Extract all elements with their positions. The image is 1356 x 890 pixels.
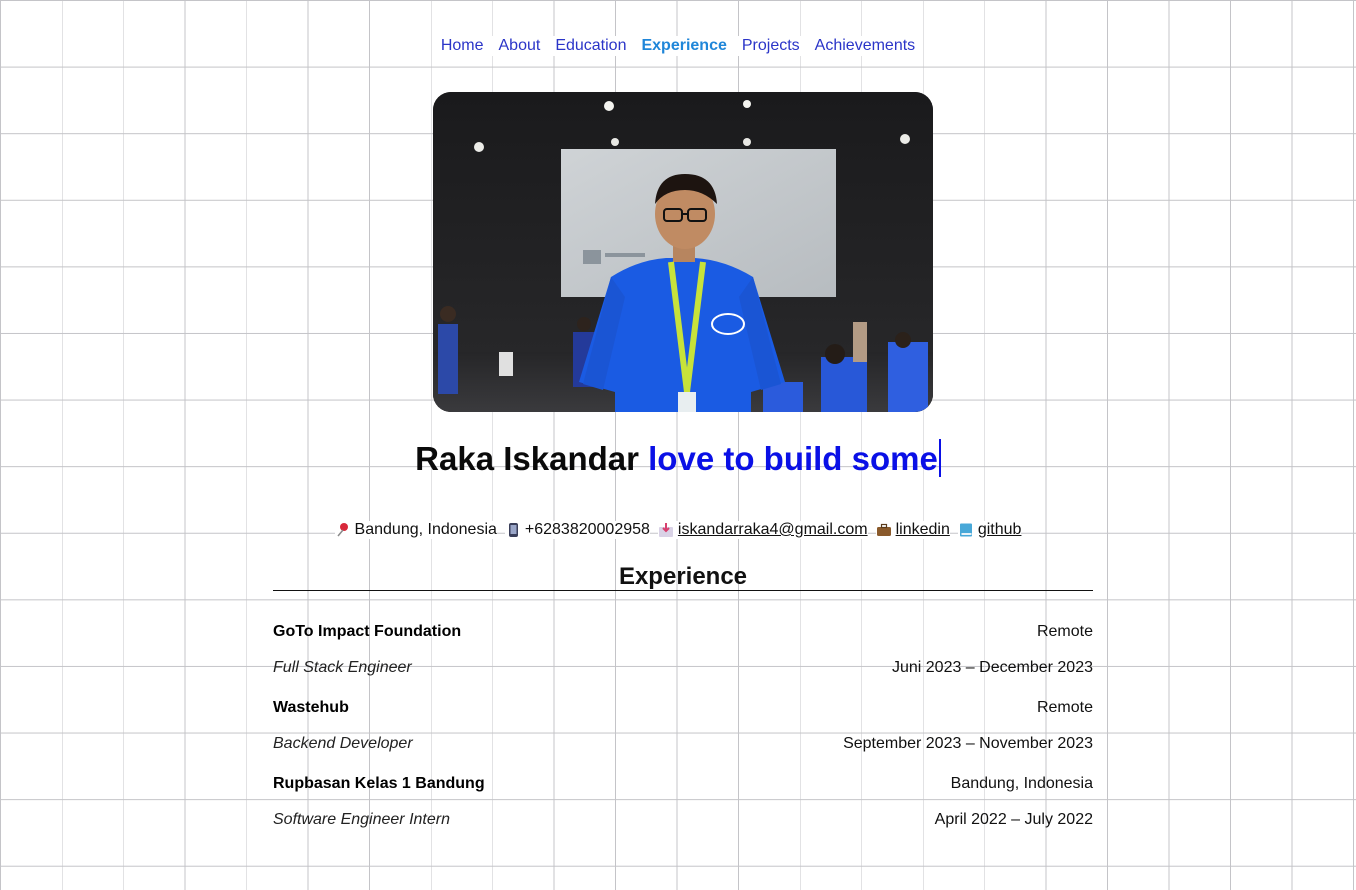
contact-linkedin: linkedin (875, 521, 950, 539)
profile-photo-illustration (433, 92, 933, 412)
pushpin-icon (335, 522, 351, 538)
job-role: Full Stack Engineer (273, 659, 412, 676)
nav-home[interactable]: Home (433, 36, 491, 56)
briefcase-icon (876, 522, 892, 538)
company-name: Rupbasan Kelas 1 Bandung (273, 775, 485, 792)
contact-phone: +6283820002958 (504, 521, 650, 539)
hero-name: Raka Iskandar (415, 440, 639, 477)
inbox-icon (658, 522, 674, 538)
email-link[interactable]: iskandarraka4@gmail.com (678, 521, 868, 539)
nav-projects[interactable]: Projects (734, 36, 808, 56)
section-divider (273, 590, 1093, 591)
job-role: Software Engineer Intern (273, 811, 450, 828)
location-text: Bandung, Indonesia (354, 521, 497, 538)
company-name: GoTo Impact Foundation (273, 623, 462, 640)
nav-about[interactable]: About (491, 36, 548, 56)
nav-experience[interactable]: Experience (633, 36, 735, 56)
experience-item: Rupbasan Kelas 1 Bandung Bandung, Indone… (273, 772, 1093, 848)
book-icon (958, 522, 974, 538)
experience-heading: Experience (618, 563, 748, 590)
experience-list: GoTo Impact Foundation Remote Full Stack… (273, 620, 1093, 848)
phone-text: +6283820002958 (524, 521, 650, 538)
job-location: Remote (1036, 623, 1093, 640)
top-nav: Home About Education Experience Projects… (0, 36, 1356, 56)
job-dates: April 2022 – July 2022 (934, 811, 1093, 828)
hero-typed-text: love to build some (648, 440, 938, 477)
job-role: Backend Developer (273, 735, 413, 752)
experience-item: GoTo Impact Foundation Remote Full Stack… (273, 620, 1093, 696)
nav-achievements[interactable]: Achievements (807, 36, 923, 56)
nav-education[interactable]: Education (547, 36, 634, 56)
contact-email: iskandarraka4@gmail.com (657, 521, 868, 539)
typing-caret (938, 439, 941, 477)
contact-location: Bandung, Indonesia (334, 521, 497, 539)
mobile-phone-icon (505, 522, 521, 538)
job-location: Bandung, Indonesia (950, 775, 1093, 792)
experience-item: Wastehub Remote Backend Developer Septem… (273, 696, 1093, 772)
github-link[interactable]: github (978, 521, 1022, 539)
linkedin-link[interactable]: linkedin (896, 521, 950, 539)
job-location: Remote (1036, 699, 1093, 716)
contact-bar: Bandung, Indonesia +6283820002958 iskand… (0, 521, 1356, 539)
profile-photo (433, 92, 933, 412)
job-dates: September 2023 – November 2023 (843, 735, 1093, 752)
hero-headline: Raka Iskandar love to build some (0, 438, 1356, 480)
company-name: Wastehub (273, 699, 349, 716)
job-dates: Juni 2023 – December 2023 (891, 659, 1093, 676)
contact-github: github (957, 521, 1022, 539)
